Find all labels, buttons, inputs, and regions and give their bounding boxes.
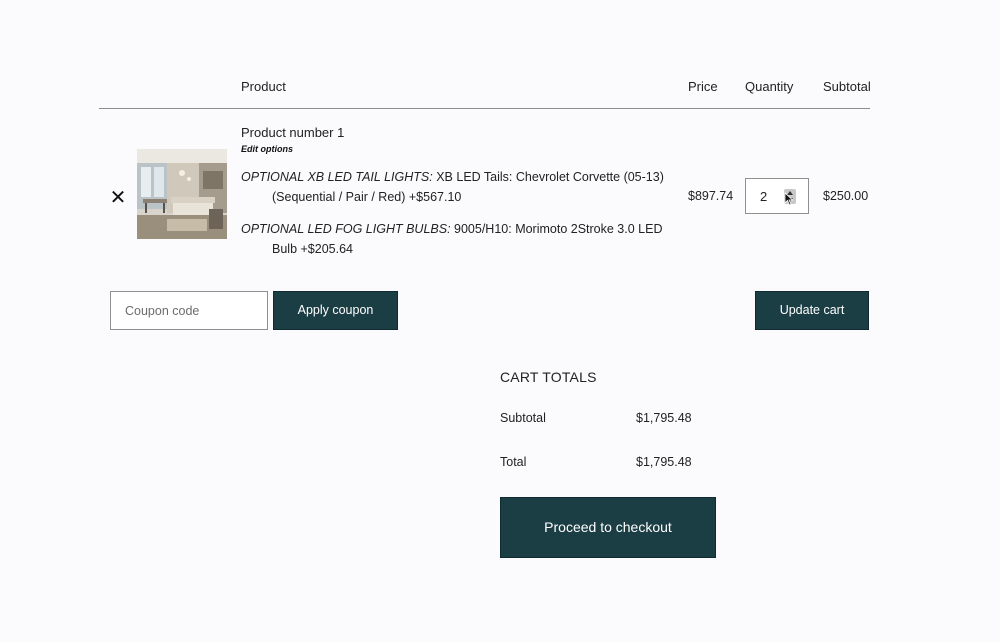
living-room-photo [137, 149, 227, 239]
quantity-stepper[interactable]: 2 [745, 178, 809, 214]
close-icon[interactable]: ✕ [108, 187, 128, 209]
column-header-product: Product [241, 79, 286, 94]
product-option: OPTIONAL LED FOG LIGHT BULBS: 9005/H10: … [241, 220, 671, 259]
option-value-continued: (Sequential / Pair / Red) +$567.10 [272, 189, 462, 204]
mouse-cursor-icon [784, 192, 794, 206]
update-cart-button[interactable]: Update cart [755, 291, 869, 330]
option-value: 9005/H10: Morimoto 2Stroke 3.0 LED [454, 222, 663, 236]
header-divider [99, 108, 870, 109]
product-thumbnail[interactable] [137, 149, 227, 239]
column-header-quantity: Quantity [745, 79, 794, 94]
column-header-price: Price [688, 79, 718, 94]
edit-options-link[interactable]: Edit options [241, 144, 293, 154]
totals-subtotal-label: Subtotal [500, 411, 546, 425]
coupon-code-input[interactable] [110, 291, 268, 330]
option-label: OPTIONAL XB LED TAIL LIGHTS: [241, 170, 433, 184]
item-subtotal: $250.00 [823, 189, 869, 203]
totals-total-value: $1,795.48 [636, 455, 692, 469]
option-value: XB LED Tails: Chevrolet Corvette (05-13) [436, 170, 664, 184]
item-price: $897.74 [688, 189, 734, 203]
option-label: OPTIONAL LED FOG LIGHT BULBS: [241, 222, 451, 236]
product-option: OPTIONAL XB LED TAIL LIGHTS: XB LED Tail… [241, 168, 671, 207]
totals-subtotal-value: $1,795.48 [636, 411, 692, 425]
product-name[interactable]: Product number 1 [241, 125, 344, 140]
totals-total-label: Total [500, 455, 527, 469]
apply-coupon-button[interactable]: Apply coupon [273, 291, 398, 330]
column-header-subtotal: Subtotal [823, 79, 871, 94]
proceed-to-checkout-button[interactable]: Proceed to checkout [500, 497, 716, 558]
option-value-continued: Bulb +$205.64 [272, 241, 353, 256]
quantity-value[interactable]: 2 [760, 189, 767, 204]
cart-totals-title: CART TOTALS [500, 369, 597, 385]
